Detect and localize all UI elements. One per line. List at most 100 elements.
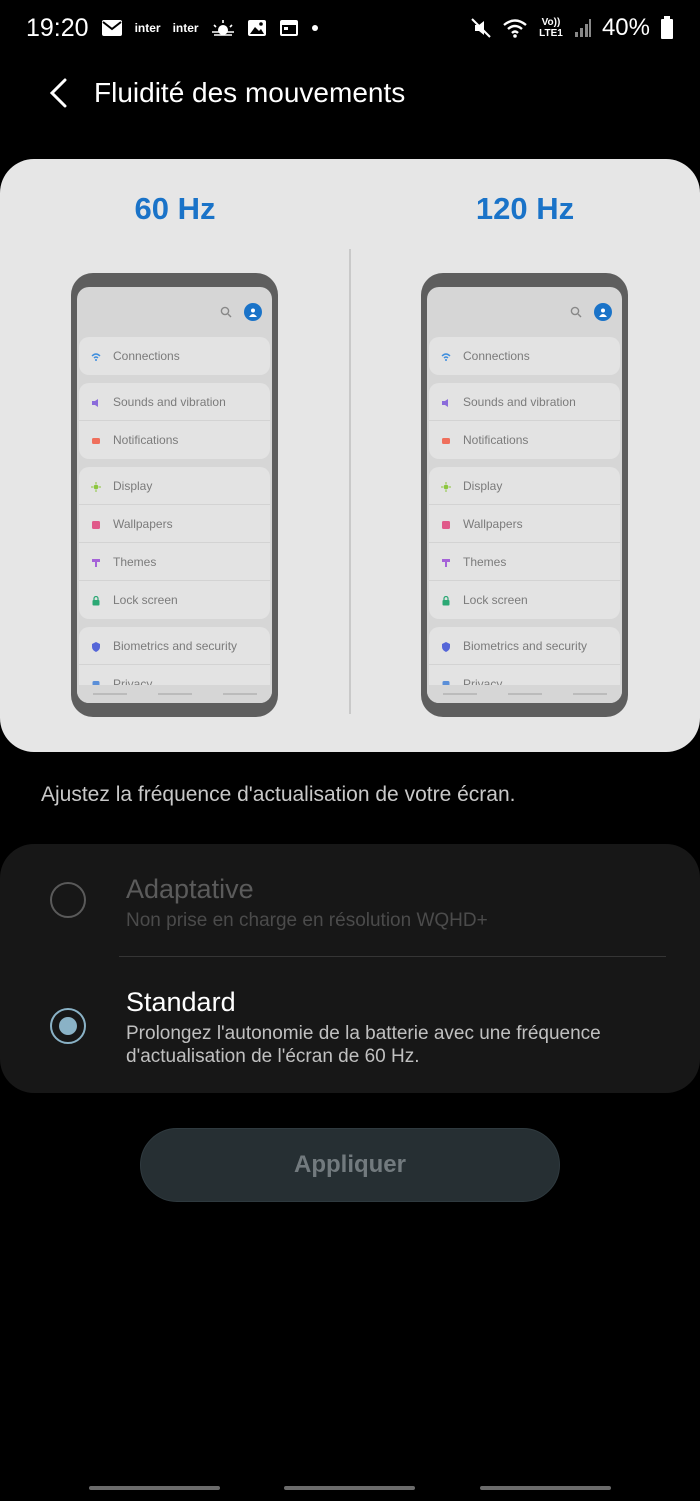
- mini-menu-item-label: Notifications: [113, 433, 179, 447]
- mini-menu-group: Sounds and vibration Notifications: [79, 383, 270, 459]
- mini-menu-item: Notifications: [79, 421, 270, 459]
- sun-icon: [91, 481, 101, 492]
- avatar-icon: [244, 303, 262, 321]
- signal-icon: [574, 18, 592, 38]
- mini-menu-item: Lock screen: [429, 581, 620, 619]
- mini-menu-item-label: Connections: [113, 349, 180, 363]
- mini-menu-item-label: Notifications: [463, 433, 529, 447]
- dot-icon: [311, 24, 319, 32]
- wallpaper-icon: [441, 519, 451, 529]
- mini-menu-item-label: Sounds and vibration: [113, 394, 226, 409]
- mini-menu-item-label: Themes: [463, 554, 507, 569]
- chevron-left-icon: [49, 78, 67, 108]
- mini-menu-item: Display: [79, 467, 270, 505]
- mail-icon: [101, 19, 123, 37]
- notification-icon: [441, 435, 451, 445]
- mini-menu-item: Biometrics and security: [429, 627, 620, 665]
- radio-adaptive[interactable]: [50, 882, 86, 918]
- avatar-icon: [594, 303, 612, 321]
- nav-recents-button[interactable]: [89, 1486, 220, 1490]
- mini-menu-list: Connections Sounds and vibration Notificat…: [427, 337, 622, 703]
- mini-menu-item-label: Display: [463, 478, 503, 493]
- apply-button[interactable]: Appliquer: [140, 1128, 560, 1202]
- mini-menu-item: Notifications: [429, 421, 620, 459]
- status-time: 19:20: [26, 13, 89, 42]
- battery-percentage: 40%: [601, 14, 650, 41]
- radio-standard-selected[interactable]: [50, 1008, 86, 1044]
- mini-menu-item: Connections: [429, 337, 620, 375]
- network-indicator: Vo)) LTE1: [539, 17, 563, 39]
- option-standard-title: Standard: [126, 987, 236, 1017]
- lock-icon: [91, 595, 101, 606]
- mini-top-bar: [77, 287, 272, 337]
- mini-menu-item: Connections: [79, 337, 270, 375]
- mini-menu-item: Wallpapers: [429, 505, 620, 543]
- mini-menu-group: Display Wallpapers Themes Lock screen: [429, 467, 620, 619]
- mini-menu-group: Connections: [429, 337, 620, 375]
- mini-menu-item-label: Sounds and vibration: [463, 394, 576, 409]
- mini-menu-list: Connections Sounds and vibration Notificat…: [77, 337, 272, 703]
- nav-home-button[interactable]: [284, 1486, 415, 1490]
- mini-menu-item-label: Wallpapers: [463, 516, 523, 531]
- mini-nav-bar: [427, 685, 622, 703]
- mini-menu-item-label: Lock screen: [463, 593, 528, 607]
- phone-preview-60hz: Connections Sounds and vibration Notificat…: [71, 273, 278, 717]
- wifi-icon: [91, 351, 101, 361]
- preview-card: 60 Hz 120 Hz Connections Sounds and vibra…: [0, 159, 700, 752]
- page-title: Fluidité des mouvements: [94, 77, 406, 108]
- mini-menu-item: Sounds and vibration: [429, 383, 620, 421]
- mini-menu-item-label: Connections: [463, 349, 530, 363]
- mute-icon: [470, 17, 492, 39]
- mini-menu-group: Sounds and vibration Notifications: [429, 383, 620, 459]
- image-icon: [247, 19, 267, 37]
- speaker-icon: [441, 397, 451, 407]
- mini-top-bar: [427, 287, 622, 337]
- search-icon: [570, 306, 582, 318]
- wifi-icon: [502, 17, 528, 39]
- mini-menu-group: Display Wallpapers Themes Lock screen: [79, 467, 270, 619]
- phone-screen: Connections Sounds and vibration Notificat…: [427, 287, 622, 703]
- option-adaptive-title: Adaptative: [126, 874, 254, 904]
- shield-icon: [441, 641, 451, 652]
- mini-menu-item-label: Biometrics and security: [463, 638, 588, 653]
- mini-menu-item-label: Biometrics and security: [113, 638, 238, 653]
- option-standard[interactable]: Standard Prolongez l'autonomie de la bat…: [0, 957, 700, 1093]
- mini-nav-bar: [77, 685, 272, 703]
- wifi-icon: [441, 351, 451, 361]
- brush-icon: [91, 557, 101, 567]
- back-button[interactable]: [38, 73, 78, 113]
- option-adaptive-subtitle: Non prise en charge en résolution WQHD+: [126, 910, 488, 931]
- wallpaper-icon: [91, 519, 101, 529]
- mini-menu-item-label: Lock screen: [113, 593, 178, 607]
- navigation-bar: [0, 1470, 700, 1501]
- weather-icon: [211, 19, 235, 37]
- header: Fluidité des mouvements: [0, 60, 700, 126]
- preview-divider: [349, 249, 351, 714]
- hz-label-60: 60 Hz: [134, 191, 216, 226]
- mini-menu-item: Wallpapers: [79, 505, 270, 543]
- mini-menu-item: Biometrics and security: [79, 627, 270, 665]
- option-adaptive[interactable]: Adaptative Non prise en charge en résolu…: [0, 844, 700, 956]
- mini-menu-item: Sounds and vibration: [79, 383, 270, 421]
- mini-menu-item: Lock screen: [79, 581, 270, 619]
- status-bar: 19:20 inter inter Vo)) LTE1 40%: [0, 0, 700, 56]
- lock-icon: [441, 595, 451, 606]
- hz-label-120: 120 Hz: [475, 191, 575, 226]
- brush-icon: [441, 557, 451, 567]
- mini-menu-group: Connections: [79, 337, 270, 375]
- refresh-rate-description: Ajustez la fréquence d'actualisation de …: [41, 783, 516, 806]
- carrier-2: inter: [172, 21, 199, 35]
- mini-menu-item: Display: [429, 467, 620, 505]
- option-standard-subtitle: Prolongez l'autonomie de la batterie ave…: [126, 1023, 601, 1067]
- phone-preview-120hz: Connections Sounds and vibration Notificat…: [421, 273, 628, 717]
- mini-menu-item: Themes: [79, 543, 270, 581]
- phone-screen: Connections Sounds and vibration Notificat…: [77, 287, 272, 703]
- mini-menu-item: Themes: [429, 543, 620, 581]
- status-left: 19:20 inter inter: [26, 14, 319, 43]
- carrier-1: inter: [134, 21, 161, 35]
- mini-menu-item-label: Display: [113, 478, 153, 493]
- notification-icon: [91, 435, 101, 445]
- nav-back-button[interactable]: [480, 1486, 611, 1490]
- shield-icon: [91, 641, 101, 652]
- sun-icon: [441, 481, 451, 492]
